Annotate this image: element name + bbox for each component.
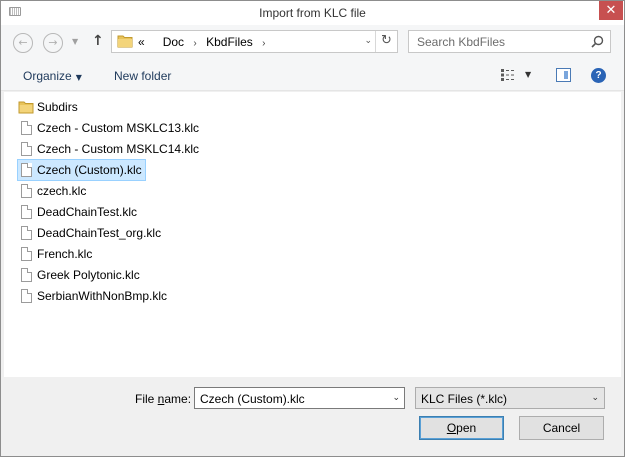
refresh-button[interactable]: ↻ bbox=[375, 31, 397, 52]
breadcrumb-separator-icon[interactable]: › bbox=[193, 38, 196, 49]
file-item[interactable]: DeadChainTest.klc bbox=[18, 202, 137, 222]
file-name: Czech - Custom MSKLC14.klc bbox=[37, 142, 200, 156]
cancel-button[interactable]: Cancel bbox=[519, 416, 604, 440]
address-bar[interactable]: « › Doc › KbdFiles › ⌄ ↻ bbox=[111, 30, 398, 53]
file-type-select[interactable]: KLC Files (*.klc) ⌄ bbox=[415, 387, 605, 409]
folder-icon bbox=[18, 99, 34, 115]
file-item[interactable]: czech.klc bbox=[18, 181, 86, 201]
file-type-value: KLC Files (*.klc) bbox=[421, 392, 508, 406]
file-item[interactable]: Czech (Custom).klc bbox=[17, 159, 146, 181]
folder-icon bbox=[117, 35, 133, 48]
file-type-dropdown-icon: ⌄ bbox=[591, 393, 599, 403]
file-icon bbox=[18, 120, 34, 136]
file-icon bbox=[18, 183, 34, 199]
filename-input[interactable]: Czech (Custom).klc ⌄ bbox=[194, 387, 405, 409]
file-name: SerbianWithNonBmp.klc bbox=[37, 289, 168, 303]
file-item[interactable]: French.klc bbox=[18, 244, 92, 264]
file-icon bbox=[18, 288, 34, 304]
file-list[interactable]: Subdirs Czech - Custom MSKLC13.klc Czech -… bbox=[4, 92, 621, 377]
file-icon bbox=[18, 246, 34, 262]
filename-value: Czech (Custom).klc bbox=[200, 392, 305, 406]
file-icon bbox=[18, 225, 34, 241]
search-box[interactable]: Search KbdFiles bbox=[408, 30, 611, 53]
breadcrumb-item-kbdfiles[interactable]: KbdFiles bbox=[206, 35, 253, 49]
file-icon bbox=[18, 267, 34, 283]
file-item[interactable]: Greek Polytonic.klc bbox=[18, 265, 140, 285]
breadcrumb-overflow[interactable]: « bbox=[138, 35, 145, 49]
back-button[interactable]: ← bbox=[13, 33, 33, 53]
filename-label: File name: bbox=[135, 392, 192, 406]
file-item[interactable]: Czech - Custom MSKLC13.klc bbox=[18, 118, 199, 138]
file-name: Czech (Custom).klc bbox=[37, 163, 142, 177]
file-name: Subdirs bbox=[37, 100, 78, 114]
file-item[interactable]: Czech - Custom MSKLC14.klc bbox=[18, 139, 199, 159]
file-dialog: Import from KLC file ✕ ← → ▼ ↑ « › Doc ›… bbox=[0, 0, 625, 457]
file-name: French.klc bbox=[37, 247, 93, 261]
dialog-footer: File name: Czech (Custom).klc ⌄ KLC File… bbox=[1, 377, 624, 456]
breadcrumb-separator-icon[interactable]: › bbox=[262, 38, 265, 49]
file-name: czech.klc bbox=[37, 184, 87, 198]
search-input[interactable]: Search KbdFiles bbox=[417, 35, 505, 49]
chevron-down-icon: ▼ bbox=[75, 73, 82, 82]
title-bar: Import from KLC file ✕ bbox=[1, 1, 624, 25]
preview-pane-icon[interactable] bbox=[556, 68, 571, 82]
folder-item[interactable]: Subdirs bbox=[18, 97, 78, 117]
view-options-chevron-icon[interactable]: ▼ bbox=[525, 70, 531, 79]
file-name: DeadChainTest_org.klc bbox=[37, 226, 162, 240]
new-folder-button[interactable]: New folder bbox=[114, 69, 171, 83]
file-icon bbox=[18, 204, 34, 220]
breadcrumb: « › Doc › KbdFiles › bbox=[138, 35, 271, 49]
file-name: Greek Polytonic.klc bbox=[37, 268, 140, 282]
view-options-icon[interactable] bbox=[501, 69, 515, 81]
file-item[interactable]: SerbianWithNonBmp.klc bbox=[18, 286, 167, 306]
file-name: DeadChainTest.klc bbox=[37, 205, 138, 219]
breadcrumb-item-doc[interactable]: Doc bbox=[163, 35, 184, 49]
help-icon[interactable]: ? bbox=[591, 68, 606, 83]
organize-label: Organize bbox=[23, 69, 72, 83]
filename-dropdown-icon[interactable]: ⌄ bbox=[392, 393, 400, 403]
address-dropdown-icon[interactable]: ⌄ bbox=[364, 36, 372, 46]
close-button[interactable]: ✕ bbox=[599, 1, 623, 20]
open-button[interactable]: Open bbox=[419, 416, 504, 440]
up-folder-button[interactable]: ↑ bbox=[92, 33, 104, 49]
window-title: Import from KLC file bbox=[259, 6, 366, 20]
file-icon bbox=[18, 162, 34, 178]
forward-button[interactable]: → bbox=[43, 33, 63, 53]
file-name: Czech - Custom MSKLC13.klc bbox=[37, 121, 200, 135]
command-bar: Organize ▼ New folder ▼ ? bbox=[1, 61, 624, 91]
recent-locations-chevron-icon[interactable]: ▼ bbox=[72, 37, 78, 46]
file-item[interactable]: DeadChainTest_org.klc bbox=[18, 223, 161, 243]
organize-button[interactable]: Organize ▼ bbox=[23, 69, 82, 83]
file-icon bbox=[18, 141, 34, 157]
search-icon[interactable] bbox=[591, 35, 604, 48]
